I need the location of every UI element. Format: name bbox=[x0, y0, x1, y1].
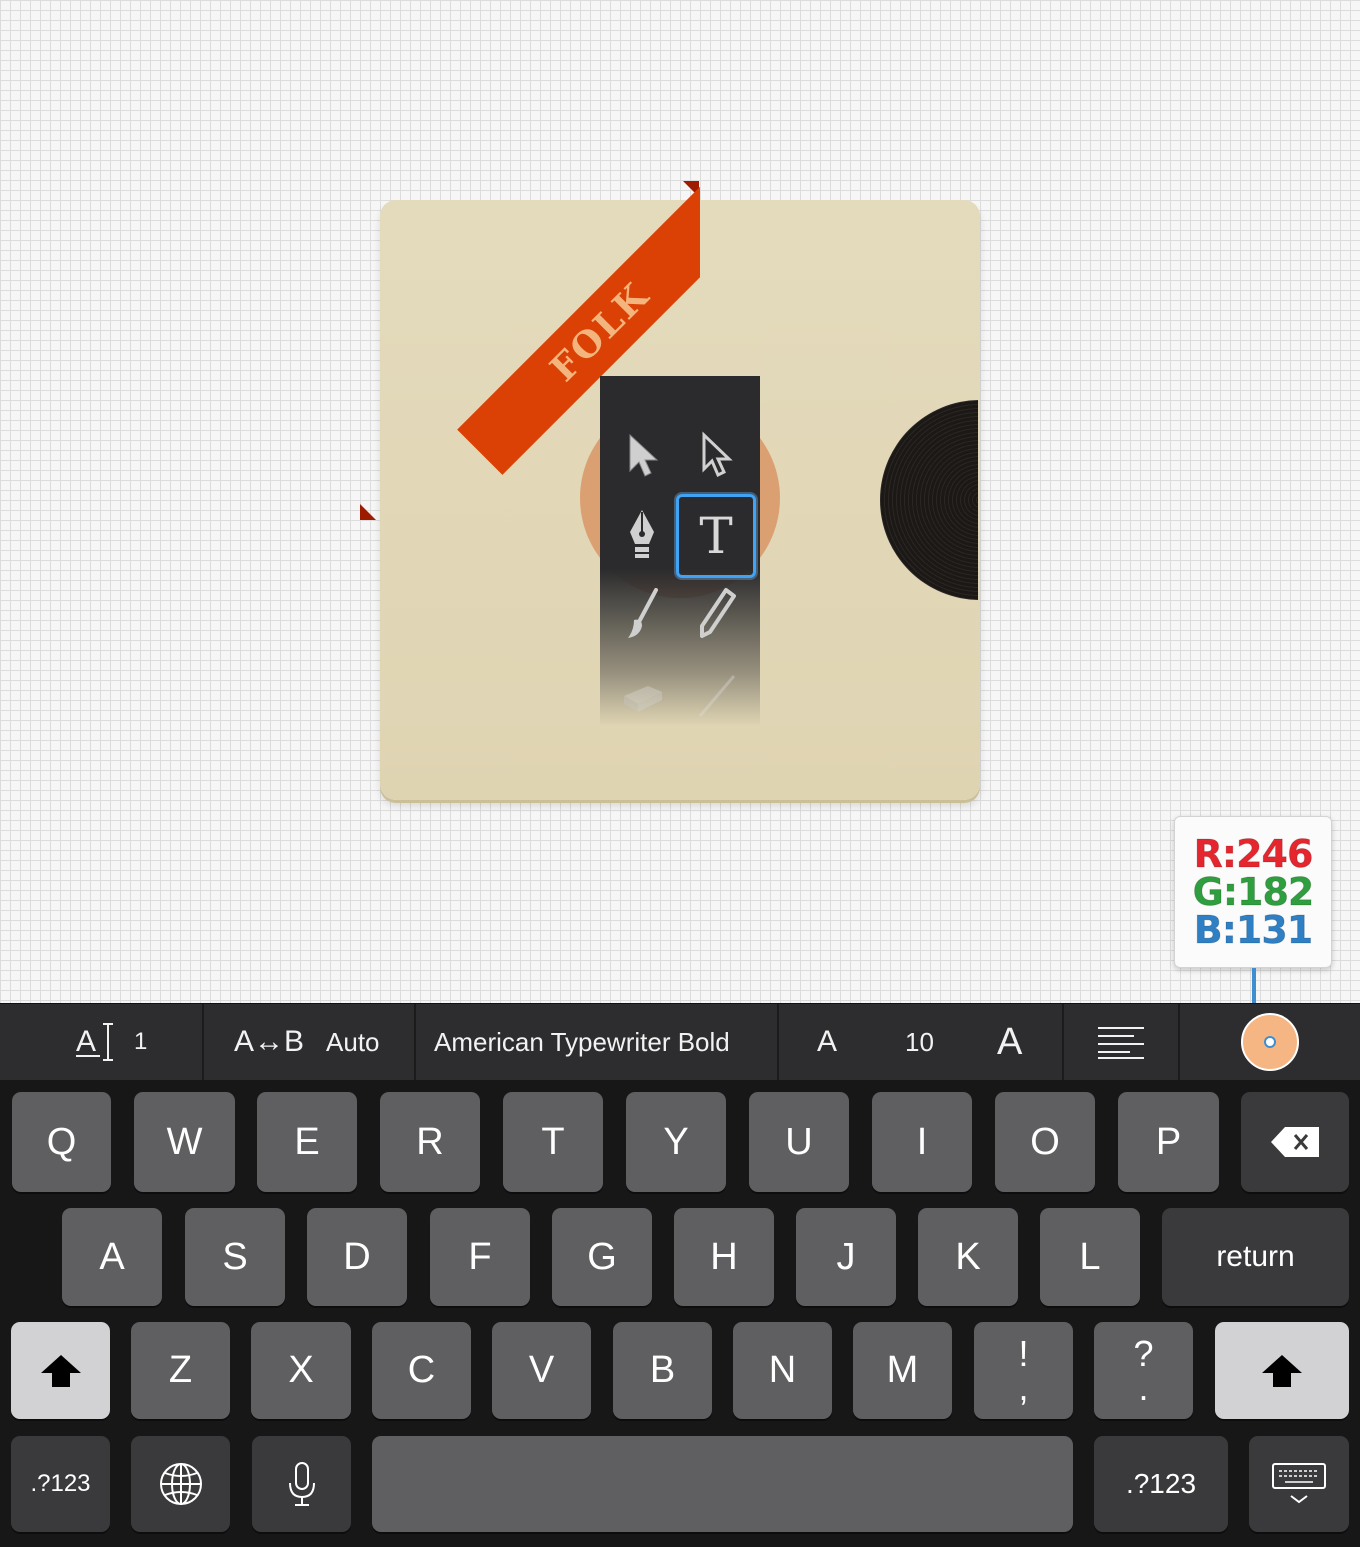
key-f[interactable]: F bbox=[430, 1208, 530, 1306]
return-key[interactable]: return bbox=[1162, 1208, 1349, 1306]
key-u[interactable]: U bbox=[749, 1092, 849, 1192]
pencil-icon bbox=[700, 588, 736, 638]
font-size-control: A 10 A bbox=[779, 1004, 1064, 1080]
font-size-decrease-button[interactable]: A bbox=[817, 1025, 837, 1059]
key-r[interactable]: R bbox=[380, 1092, 480, 1192]
shift-arrow-icon bbox=[1262, 1354, 1302, 1387]
ribbon-text: FOLK bbox=[542, 274, 658, 390]
text-format-bar: A 1 A↔B Auto American Typewriter Bold A … bbox=[0, 1003, 1360, 1081]
key-x[interactable]: X bbox=[251, 1322, 351, 1419]
arrow-cursor-icon bbox=[629, 433, 659, 477]
globe-icon bbox=[159, 1463, 202, 1505]
dismiss-keyboard-key[interactable] bbox=[1249, 1436, 1349, 1532]
key-d[interactable]: D bbox=[307, 1208, 407, 1306]
numbers-key-left[interactable]: .?123 bbox=[11, 1436, 110, 1532]
key-m[interactable]: M bbox=[853, 1322, 952, 1419]
eraser-tool[interactable] bbox=[612, 666, 672, 726]
key-h[interactable]: H bbox=[674, 1208, 774, 1306]
direct-selection-tool[interactable] bbox=[686, 426, 746, 486]
green-value: G:182 bbox=[1192, 870, 1315, 914]
line-spacing-control[interactable]: A 1 bbox=[0, 1004, 204, 1080]
key-exclamation: ! bbox=[1018, 1332, 1029, 1374]
key-t[interactable]: T bbox=[503, 1092, 603, 1192]
delete-key[interactable] bbox=[1241, 1092, 1349, 1192]
key-l[interactable]: L bbox=[1040, 1208, 1140, 1306]
key-i[interactable]: I bbox=[872, 1092, 972, 1192]
key-z[interactable]: Z bbox=[131, 1322, 230, 1419]
kerning-icon: A↔B bbox=[234, 1025, 305, 1058]
text-align-button[interactable] bbox=[1064, 1004, 1180, 1080]
color-swatch[interactable] bbox=[1241, 1013, 1299, 1071]
hollow-arrow-icon bbox=[702, 431, 733, 478]
pencil-tool[interactable] bbox=[686, 584, 746, 644]
tools-panel: T bbox=[600, 376, 760, 726]
font-size-increase-button[interactable]: A bbox=[997, 1021, 1022, 1064]
key-q[interactable]: Q bbox=[12, 1092, 111, 1192]
key-k[interactable]: K bbox=[918, 1208, 1018, 1306]
line-tool[interactable] bbox=[686, 666, 746, 726]
svg-text:A: A bbox=[76, 1025, 96, 1058]
selection-tool[interactable] bbox=[612, 426, 672, 486]
key-b[interactable]: B bbox=[613, 1322, 712, 1419]
kerning-control[interactable]: A↔B Auto bbox=[204, 1004, 416, 1080]
key-s[interactable]: S bbox=[185, 1208, 285, 1306]
shift-key-left[interactable] bbox=[11, 1322, 110, 1419]
hide-keyboard-icon bbox=[1272, 1463, 1326, 1504]
vinyl-record[interactable] bbox=[880, 400, 978, 600]
key-question-period[interactable]: ? . bbox=[1094, 1322, 1193, 1419]
line-segment-icon bbox=[698, 675, 736, 717]
font-picker[interactable]: American Typewriter Bold bbox=[416, 1004, 779, 1080]
brush-tool[interactable] bbox=[612, 584, 672, 644]
backspace-icon bbox=[1271, 1127, 1319, 1157]
color-value-tooltip: R:246 G:182 B:131 bbox=[1174, 816, 1332, 968]
key-y[interactable]: Y bbox=[626, 1092, 726, 1192]
key-g[interactable]: G bbox=[552, 1208, 652, 1306]
key-e[interactable]: E bbox=[257, 1092, 357, 1192]
kerning-value: Auto bbox=[326, 1026, 380, 1057]
shift-key-right[interactable] bbox=[1215, 1322, 1349, 1419]
eraser-icon bbox=[624, 686, 662, 712]
type-tool[interactable]: T bbox=[676, 494, 756, 578]
dictation-key[interactable] bbox=[252, 1436, 351, 1532]
key-exclamation-comma[interactable]: ! , bbox=[974, 1322, 1073, 1419]
key-n[interactable]: N bbox=[733, 1322, 832, 1419]
globe-key[interactable] bbox=[131, 1436, 230, 1532]
blue-value: B:131 bbox=[1193, 908, 1313, 952]
type-tool-icon: T bbox=[699, 507, 733, 565]
key-period: . bbox=[1138, 1366, 1149, 1408]
line-spacing-value: 1 bbox=[134, 1028, 148, 1055]
numbers-key-right[interactable]: .?123 bbox=[1094, 1436, 1228, 1532]
red-value: R:246 bbox=[1193, 832, 1314, 876]
key-v[interactable]: V bbox=[492, 1322, 591, 1419]
key-comma: , bbox=[1018, 1366, 1029, 1408]
space-bar[interactable] bbox=[372, 1436, 1073, 1532]
key-j[interactable]: J bbox=[796, 1208, 896, 1306]
key-p[interactable]: P bbox=[1118, 1092, 1219, 1192]
key-w[interactable]: W bbox=[134, 1092, 235, 1192]
key-c[interactable]: C bbox=[372, 1322, 471, 1419]
line-spacing-icon: A bbox=[76, 1023, 113, 1061]
shift-arrow-icon bbox=[40, 1354, 81, 1387]
key-o[interactable]: O bbox=[995, 1092, 1095, 1192]
paintbrush-icon bbox=[628, 588, 658, 638]
align-left-icon bbox=[1098, 1027, 1144, 1059]
color-picker[interactable] bbox=[1180, 1004, 1360, 1080]
pen-nib-icon bbox=[630, 510, 654, 558]
key-question: ? bbox=[1133, 1332, 1154, 1374]
key-a[interactable]: A bbox=[62, 1208, 162, 1306]
pen-tool[interactable] bbox=[612, 504, 672, 564]
font-size-value: 10 bbox=[905, 1026, 934, 1057]
microphone-icon bbox=[288, 1462, 315, 1506]
on-screen-keyboard: Q W E R T Y U I O P A S D F G H J K L re… bbox=[0, 1080, 1360, 1547]
font-name: American Typewriter Bold bbox=[434, 1026, 730, 1057]
